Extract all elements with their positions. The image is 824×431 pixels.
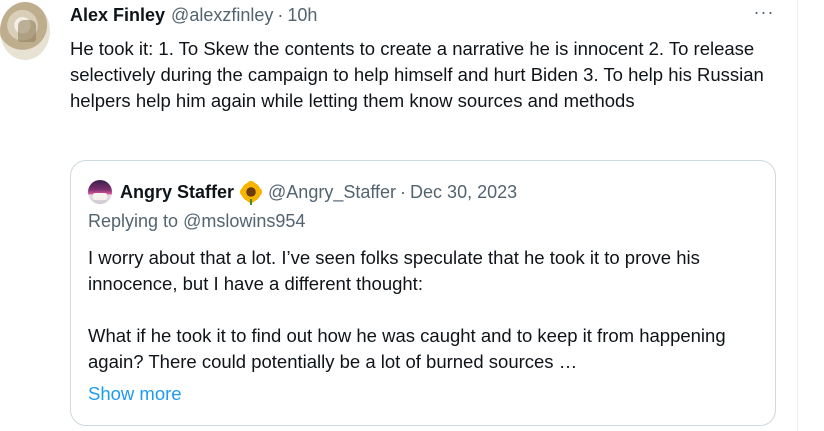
more-options-icon[interactable]: ··· (752, 2, 776, 26)
avatar[interactable] (0, 2, 50, 60)
quoted-author-name[interactable]: Angry Staffer (120, 182, 234, 203)
show-more-link[interactable]: Show more (88, 383, 182, 405)
separator-dot: · (277, 5, 284, 25)
quoted-separator-dot: · (400, 181, 407, 202)
quoted-author-handle[interactable]: @Angry_Staffer (268, 182, 396, 203)
replying-to-mention[interactable]: @mslowins954 (183, 211, 305, 231)
timestamp[interactable]: 10h (287, 5, 317, 26)
author-handle[interactable]: @alexzfinley (171, 5, 273, 26)
author-name[interactable]: Alex Finley (70, 5, 165, 26)
quoted-tweet[interactable]: Angry Staffer @Angry_Staffer · Dec 30, 2… (70, 160, 776, 426)
quoted-header: Angry Staffer @Angry_Staffer · Dec 30, 2… (88, 179, 517, 205)
quoted-paragraph-1: I worry about that a lot. I’ve seen folk… (88, 247, 700, 294)
quoted-text: I worry about that a lot. I’ve seen folk… (88, 245, 764, 375)
quoted-date[interactable]: Dec 30, 2023 (410, 182, 517, 203)
tweet-header: Alex Finley @alexzfinley · 10h (70, 5, 317, 29)
tweet[interactable]: Alex Finley @alexzfinley · 10h ··· He to… (0, 0, 797, 431)
replying-prefix: Replying to (88, 211, 184, 231)
column-divider (797, 0, 798, 431)
tweet-text: He took it: 1. To Skew the contents to c… (70, 38, 764, 111)
quoted-paragraph-2: What if he took it to find out how he wa… (88, 325, 726, 372)
replying-to: Replying to @mslowins954 (88, 211, 305, 232)
quoted-avatar[interactable] (88, 180, 112, 204)
sunflower-icon (240, 181, 263, 205)
